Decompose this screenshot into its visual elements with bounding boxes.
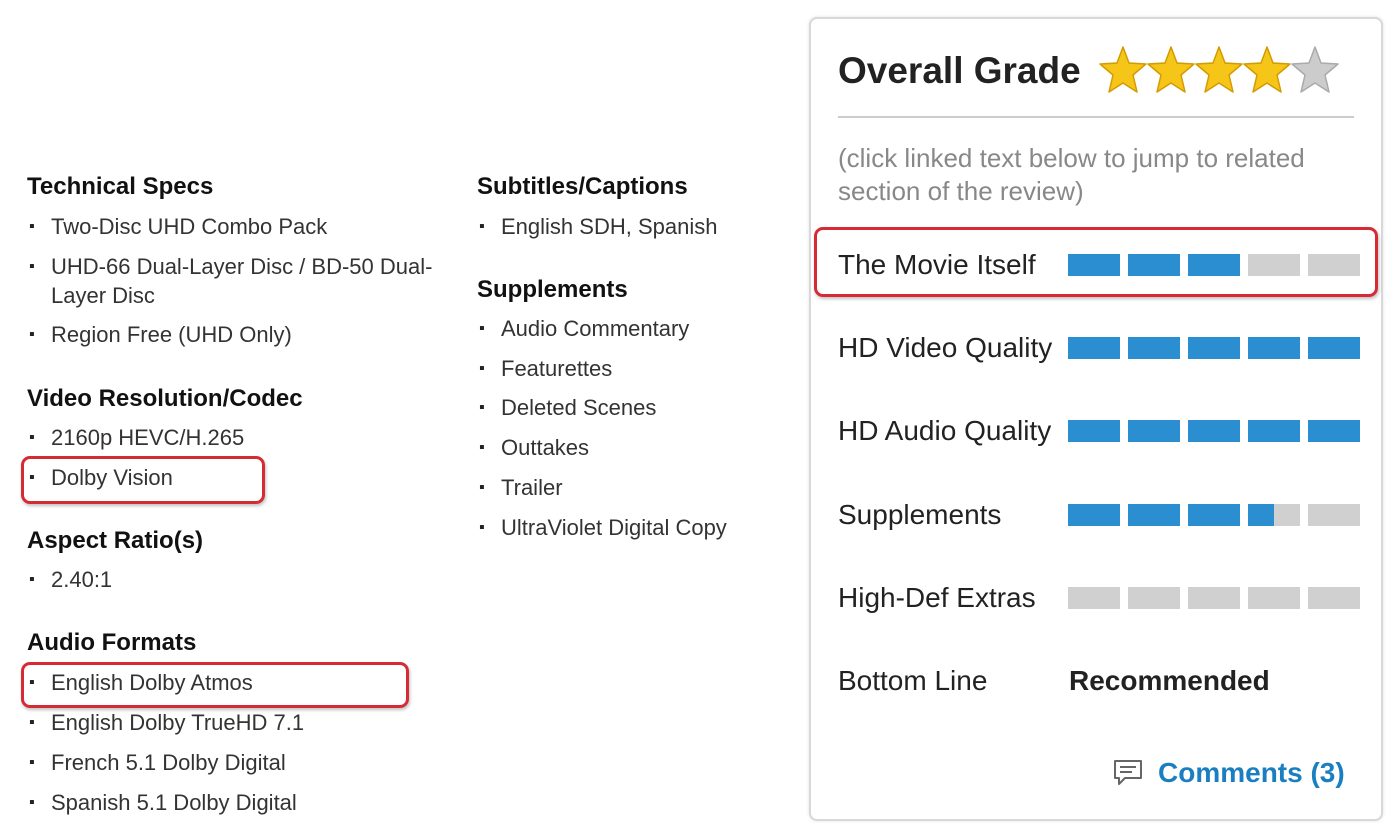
rating-bars-hd-audio-quality: [1068, 420, 1360, 442]
rating-bar-fill: [1188, 420, 1240, 442]
bullet-icon: ▪: [29, 674, 35, 691]
star-icon: [1099, 46, 1147, 93]
bullet-icon: ▪: [479, 519, 485, 536]
rating-bar-segment: [1068, 337, 1120, 359]
overall-grade-panel: Overall Grade (click linked text below t…: [809, 17, 1383, 821]
rating-bar-segment: [1188, 254, 1240, 276]
bullet-icon: ▪: [479, 479, 485, 496]
rating-label-high-def-extras[interactable]: High-Def Extras: [838, 582, 1036, 614]
rating-bar-segment: [1128, 337, 1180, 359]
section-title-audio-formats: Audio Formats: [27, 629, 197, 656]
rating-bar-fill: [1248, 420, 1300, 442]
rating-bar-segment: [1248, 587, 1300, 609]
rating-bars-high-def-extras: [1068, 587, 1360, 609]
rating-bar-segment: [1128, 587, 1180, 609]
bullet-icon: ▪: [479, 439, 485, 456]
rating-label-movie-itself[interactable]: The Movie Itself: [838, 249, 1036, 281]
rating-bar-segment: [1128, 420, 1180, 442]
rating-label-hd-video-quality[interactable]: HD Video Quality: [838, 332, 1052, 364]
rating-bar-segment: [1188, 337, 1240, 359]
rating-bar-segment: [1248, 254, 1300, 276]
rating-bar-segment: [1308, 420, 1360, 442]
overall-star-rating: [1099, 43, 1339, 97]
rating-bar-fill: [1068, 420, 1120, 442]
rating-bar-fill: [1068, 337, 1120, 359]
rating-bar-segment: [1308, 254, 1360, 276]
rating-bar-fill: [1188, 254, 1240, 276]
rating-bar-segment: [1068, 504, 1120, 526]
rating-bar-segment: [1248, 337, 1300, 359]
rating-bar-segment: [1068, 587, 1120, 609]
rating-bar-fill: [1308, 420, 1360, 442]
rating-bar-segment: [1068, 254, 1120, 276]
rating-bar-fill: [1248, 504, 1274, 526]
rating-bar-fill: [1188, 337, 1240, 359]
section-title-subtitles: Subtitles/Captions: [477, 173, 688, 200]
bullet-icon: ▪: [29, 218, 35, 235]
rating-bars-supplements: [1068, 504, 1360, 526]
rating-bar-segment: [1128, 254, 1180, 276]
comments-label[interactable]: Comments (3): [1158, 757, 1345, 789]
bullet-icon: ▪: [29, 258, 35, 275]
rating-bar-segment: [1188, 420, 1240, 442]
star-icon: [1195, 46, 1243, 93]
rating-label-bottom-line[interactable]: Bottom Line: [838, 665, 987, 697]
star-icon: [1147, 46, 1195, 93]
bullet-icon: ▪: [29, 571, 35, 588]
rating-label-hd-audio-quality[interactable]: HD Audio Quality: [838, 415, 1051, 447]
rating-bar-fill: [1128, 337, 1180, 359]
rating-bar-segment: [1248, 420, 1300, 442]
rating-bar-fill: [1068, 254, 1120, 276]
rating-bar-segment: [1308, 504, 1360, 526]
bullet-icon: ▪: [29, 754, 35, 771]
bullet-icon: ▪: [29, 794, 35, 811]
rating-bar-fill: [1308, 337, 1360, 359]
comments-link[interactable]: Comments (3): [1112, 757, 1345, 789]
jump-hint-text: (click linked text below to jump to rela…: [838, 143, 1305, 206]
bullet-icon: ▪: [29, 326, 35, 343]
rating-bar-fill: [1128, 420, 1180, 442]
rating-bar-segment: [1188, 504, 1240, 526]
rating-bar-fill: [1068, 504, 1120, 526]
divider: [838, 116, 1354, 118]
bullet-icon: ▪: [29, 714, 35, 731]
rating-bar-fill: [1248, 337, 1300, 359]
bullet-icon: ▪: [479, 218, 485, 235]
rating-bar-segment: [1308, 337, 1360, 359]
rating-bar-fill: [1188, 504, 1240, 526]
section-title-technical-specs: Technical Specs: [27, 173, 214, 200]
star-icon: [1243, 46, 1291, 93]
overall-grade-title: Overall Grade: [838, 50, 1081, 91]
rating-bar-segment: [1248, 504, 1300, 526]
section-title-aspect-ratio: Aspect Ratio(s): [27, 527, 204, 554]
section-title-supplements: Supplements: [477, 276, 628, 303]
rating-bar-segment: [1308, 587, 1360, 609]
bullet-icon: ▪: [479, 360, 485, 377]
star-icon: [1291, 46, 1339, 93]
rating-bar-fill: [1128, 504, 1180, 526]
rating-bars-hd-video-quality: [1068, 337, 1360, 359]
rating-bars-movie-itself: [1068, 254, 1360, 276]
speech-bubble-icon: [1114, 760, 1142, 785]
rating-bar-segment: [1068, 420, 1120, 442]
rating-bar-segment: [1128, 504, 1180, 526]
bullet-icon: ▪: [29, 469, 35, 486]
bullet-icon: ▪: [479, 320, 485, 337]
bullet-icon: ▪: [479, 399, 485, 416]
rating-bar-segment: [1188, 587, 1240, 609]
rating-label-supplements[interactable]: Supplements: [838, 499, 1001, 531]
rating-bar-fill: [1128, 254, 1180, 276]
section-title-video-resolution: Video Resolution/Codec: [27, 385, 303, 412]
bullet-icon: ▪: [29, 429, 35, 446]
bottom-line-value: Recommended: [1069, 665, 1270, 696]
